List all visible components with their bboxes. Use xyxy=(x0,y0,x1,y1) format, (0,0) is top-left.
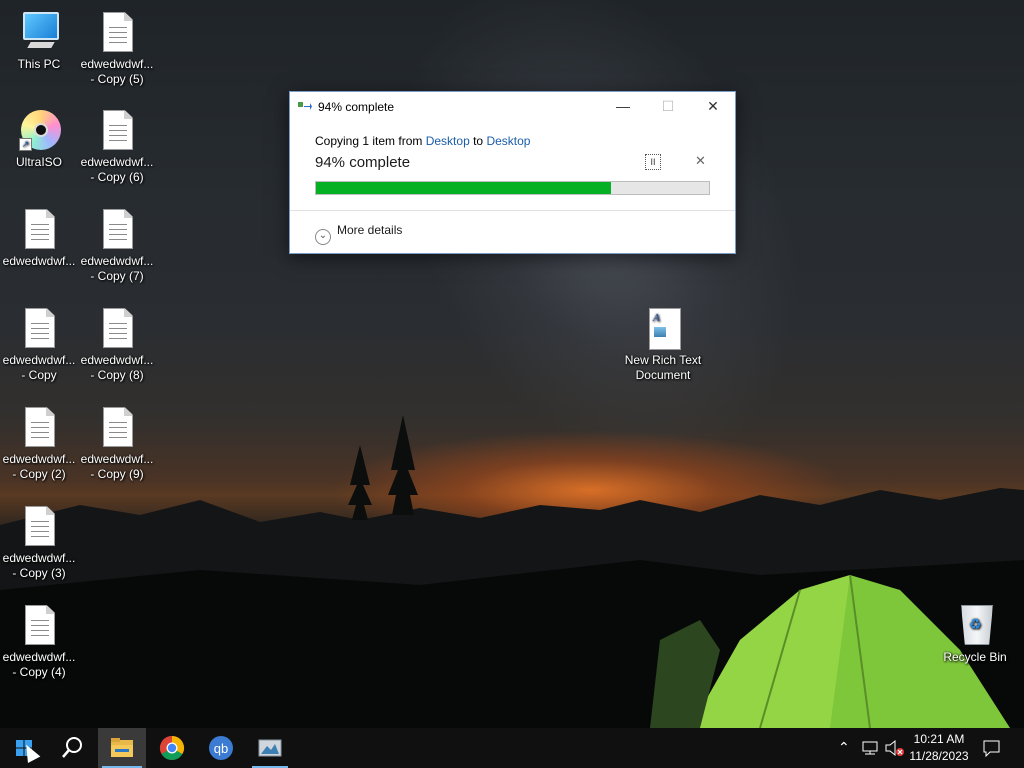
disc-icon: ↗ xyxy=(19,108,61,152)
clock-time[interactable]: 10:21 AM xyxy=(904,732,974,746)
close-button[interactable]: ✕ xyxy=(690,92,736,121)
desktop-icon-file-copy-9[interactable]: edwedwdwf... - Copy (9) xyxy=(78,405,156,482)
desktop-icon-label: edwedwdwf... - Copy (6) xyxy=(80,155,154,184)
recycle-bin-icon: ♻ xyxy=(955,603,995,647)
progress-bar xyxy=(315,181,710,195)
desktop-icon-label: edwedwdwf... - Copy (4) xyxy=(2,650,76,679)
clock-date[interactable]: 11/28/2023 xyxy=(904,749,974,763)
desktop-icon-label: edwedwdwf... - Copy (3) xyxy=(2,551,76,580)
desktop-icon-label: edwedwdwf... - Copy (2) xyxy=(2,452,76,481)
taskbar-copy-dialog[interactable] xyxy=(246,728,294,768)
desktop-icon-label: edwedwdwf... - Copy (7) xyxy=(80,254,154,283)
desktop-icon-file[interactable]: edwedwdwf... xyxy=(0,207,78,269)
desktop-icon-label: This PC xyxy=(17,57,61,71)
this-pc-icon xyxy=(19,10,59,54)
desktop-icon-ultraiso[interactable]: ↗ UltraISO xyxy=(0,108,78,170)
desktop-icon-new-rich-text-document[interactable]: A New Rich Text Document xyxy=(624,306,702,383)
dialog-divider xyxy=(290,210,735,211)
desktop-icon-file-copy-8[interactable]: edwedwdwf... - Copy (8) xyxy=(78,306,156,383)
desktop-icon-label: edwedwdwf... - Copy (5) xyxy=(80,57,154,86)
qbittorrent-text: qb xyxy=(214,741,228,756)
search-button[interactable] xyxy=(48,728,96,768)
taskbar-chrome[interactable] xyxy=(148,728,196,768)
maximize-button[interactable]: ☐ xyxy=(645,92,691,121)
desktop-icon-label: UltraISO xyxy=(15,155,62,169)
destination-link[interactable]: Desktop xyxy=(486,134,530,148)
desktop-icon-label: Recycle Bin xyxy=(943,650,1007,664)
taskbar-file-explorer[interactable] xyxy=(98,728,146,768)
desktop-icon-label: New Rich Text Document xyxy=(624,353,702,382)
progress-bar-fill xyxy=(316,182,611,194)
text-file-icon xyxy=(19,207,59,251)
shortcut-arrow-icon: ↗ xyxy=(19,138,32,151)
desktop-icon-file-copy[interactable]: edwedwdwf... - Copy xyxy=(0,306,78,383)
text-file-icon xyxy=(19,603,59,647)
desktop-icon-file-copy-2[interactable]: edwedwdwf... - Copy (2) xyxy=(0,405,78,482)
dialog-body: Copying 1 item from Desktop to Desktop 9… xyxy=(315,134,710,195)
folder-icon xyxy=(111,738,133,757)
qbittorrent-icon: qb xyxy=(209,736,233,760)
volume-muted-icon[interactable] xyxy=(884,739,906,757)
search-icon xyxy=(62,737,82,758)
text-file-icon xyxy=(19,504,59,548)
chevron-down-icon: ⌄ xyxy=(315,229,331,245)
taskbar-qbittorrent[interactable]: qb xyxy=(197,728,245,768)
minimize-button[interactable]: — xyxy=(600,92,646,121)
text-file-icon xyxy=(97,207,137,251)
source-link[interactable]: Desktop xyxy=(426,134,470,148)
text-file-icon xyxy=(19,405,59,449)
rich-text-document-icon: A xyxy=(643,306,683,350)
pause-button[interactable]: II xyxy=(645,154,661,170)
desktop-icon-file-copy-4[interactable]: edwedwdwf... - Copy (4) xyxy=(0,603,78,680)
network-icon[interactable] xyxy=(861,740,881,756)
desktop-icon-file-copy-7[interactable]: edwedwdwf... - Copy (7) xyxy=(78,207,156,284)
copy-description: Copying 1 item from Desktop to Desktop xyxy=(315,134,710,148)
dialog-title: 94% complete xyxy=(318,100,395,114)
show-hidden-icons-icon[interactable]: ⌃ xyxy=(838,740,850,754)
desktop-icon-file-copy-6[interactable]: edwedwdwf... - Copy (6) xyxy=(78,108,156,185)
copy-files-icon xyxy=(298,102,312,110)
cancel-copy-button[interactable]: ✕ xyxy=(695,153,706,169)
dialog-titlebar[interactable]: 94% complete — ☐ ✕ xyxy=(290,92,735,121)
desktop-icon-label: edwedwdwf... - Copy (9) xyxy=(80,452,154,481)
chrome-icon xyxy=(159,736,185,761)
taskbar: qb ⌃ 10:21 AM 11/28/2023 xyxy=(0,728,1024,768)
text-file-icon xyxy=(97,306,137,350)
text-file-icon xyxy=(97,405,137,449)
copy-progress-dialog: 94% complete — ☐ ✕ Copying 1 item from D… xyxy=(289,91,736,254)
notifications-icon[interactable] xyxy=(982,739,1002,757)
desktop-icon-label: edwedwdwf... xyxy=(2,254,76,268)
more-details-button[interactable]: ⌄ More details xyxy=(315,223,402,245)
copy-prefix: Copying 1 item from xyxy=(315,134,426,148)
copy-to-word: to xyxy=(469,134,487,148)
progress-status: 94% complete xyxy=(315,154,411,171)
desktop-icon-label: edwedwdwf... - Copy (8) xyxy=(80,353,154,382)
desktop-icon-file-copy-3[interactable]: edwedwdwf... - Copy (3) xyxy=(0,504,78,581)
text-file-icon xyxy=(19,306,59,350)
desktop-icon-label: edwedwdwf... - Copy xyxy=(2,353,76,382)
desktop-icon-file-copy-5[interactable]: edwedwdwf... - Copy (5) xyxy=(78,10,156,87)
desktop-icon-this-pc[interactable]: This PC xyxy=(0,10,78,72)
text-file-icon xyxy=(97,108,137,152)
desktop-icon-recycle-bin[interactable]: ♻ Recycle Bin xyxy=(936,603,1014,665)
text-file-icon xyxy=(97,10,137,54)
more-details-label: More details xyxy=(337,223,403,237)
file-copy-icon xyxy=(258,739,282,757)
